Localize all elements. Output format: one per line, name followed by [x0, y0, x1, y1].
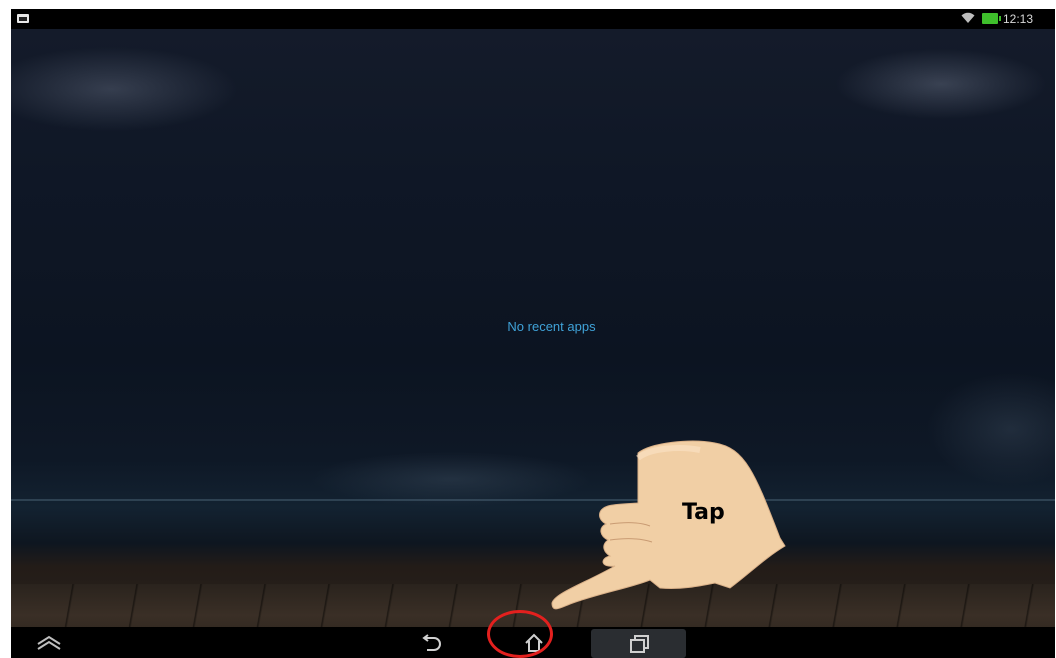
no-recent-apps-message: No recent apps: [507, 319, 596, 334]
menu-icon: [37, 635, 61, 650]
menu-button[interactable]: [29, 627, 69, 658]
battery-icon: [982, 13, 1001, 24]
back-button[interactable]: [406, 627, 456, 658]
home-button-highlight: [487, 610, 553, 658]
status-clock: 12:13: [1003, 12, 1034, 26]
back-icon: [422, 633, 441, 651]
status-bar: 12:13: [11, 9, 1055, 29]
pointing-hand-illustration: [551, 440, 786, 610]
tap-instruction-label: Tap: [682, 500, 725, 525]
recent-apps-button[interactable]: [591, 629, 686, 658]
recent-apps-icon: [629, 634, 649, 653]
wifi-icon: [961, 12, 975, 24]
notification-icon[interactable]: [17, 14, 29, 23]
